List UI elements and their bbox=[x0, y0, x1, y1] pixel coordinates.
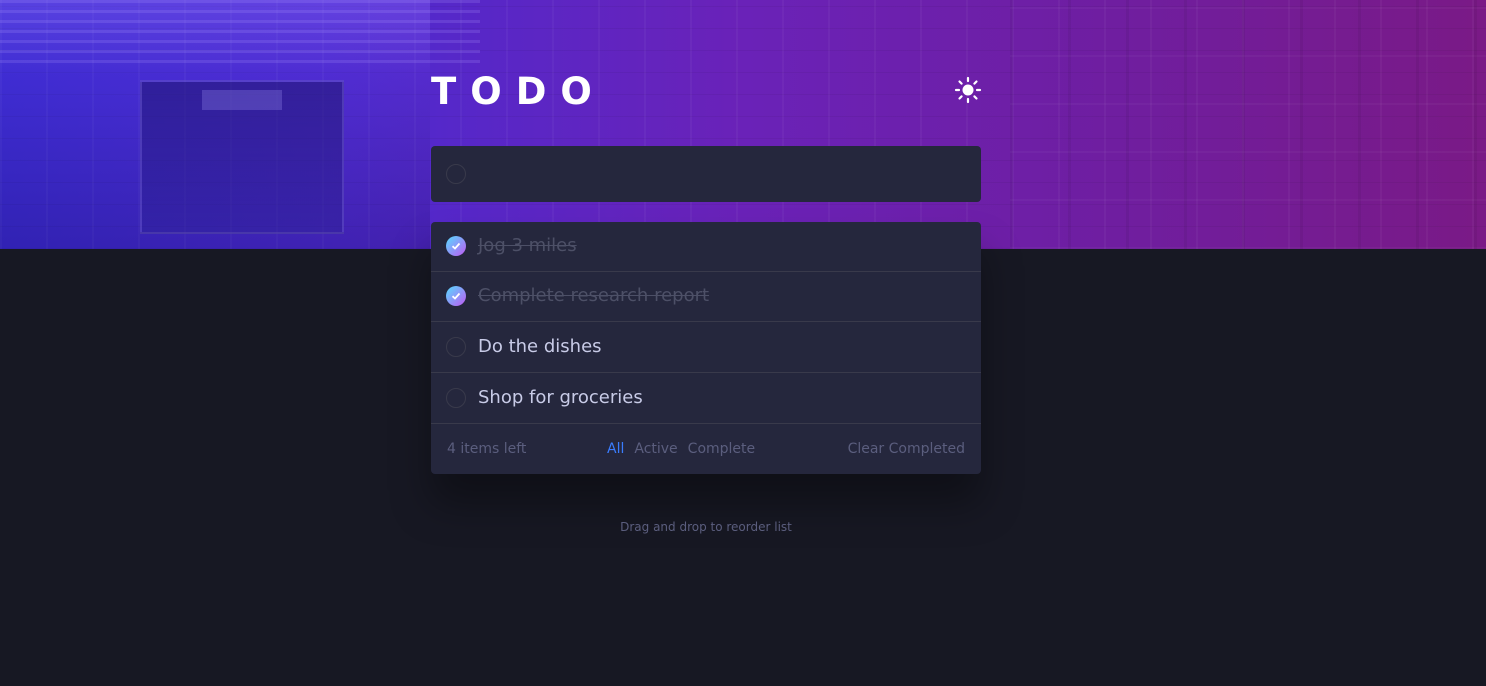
todo-item[interactable]: Do the dishes bbox=[431, 323, 981, 373]
background-blocks bbox=[1010, 0, 1486, 249]
reorder-hint: Drag and drop to reorder list bbox=[620, 520, 792, 534]
header-background-image bbox=[0, 0, 1486, 249]
list-footer: 4 items left All Active Complete Clear Com… bbox=[431, 424, 981, 474]
background-beams bbox=[0, 0, 480, 70]
completed-checkbox[interactable] bbox=[446, 236, 466, 256]
todo-item-text: Shop for groceries bbox=[478, 387, 643, 408]
background-doorway bbox=[140, 80, 344, 234]
todo-item[interactable]: Complete research report bbox=[431, 272, 981, 322]
todo-checkbox[interactable] bbox=[446, 337, 466, 357]
new-todo-bar bbox=[431, 146, 981, 204]
filter-complete[interactable]: Complete bbox=[688, 441, 755, 457]
filter-all[interactable]: All bbox=[607, 441, 624, 457]
check-icon bbox=[451, 292, 461, 300]
filter-tabs: All Active Complete bbox=[607, 424, 765, 474]
todo-list: Jog 3 miles Complete research report Do … bbox=[431, 222, 981, 474]
app-title: TODO bbox=[431, 70, 606, 113]
theme-toggle-button[interactable] bbox=[953, 75, 983, 105]
todo-item[interactable]: Jog 3 miles bbox=[431, 222, 981, 272]
todo-item[interactable]: Shop for groceries bbox=[431, 374, 981, 424]
filter-active[interactable]: Active bbox=[634, 441, 677, 457]
app-header: TODO bbox=[431, 70, 983, 114]
new-todo-circle[interactable] bbox=[446, 164, 466, 184]
clear-completed-button[interactable]: Clear Completed bbox=[848, 424, 965, 474]
todo-item-text: Do the dishes bbox=[478, 336, 602, 357]
items-left-count: 4 items left bbox=[447, 441, 527, 457]
todo-item-text: Complete research report bbox=[478, 285, 710, 306]
sun-icon bbox=[954, 76, 982, 104]
new-todo-input[interactable] bbox=[479, 146, 963, 204]
todo-checkbox[interactable] bbox=[446, 388, 466, 408]
check-icon bbox=[451, 242, 461, 250]
completed-checkbox[interactable] bbox=[446, 286, 466, 306]
todo-item-text: Jog 3 miles bbox=[478, 235, 577, 256]
